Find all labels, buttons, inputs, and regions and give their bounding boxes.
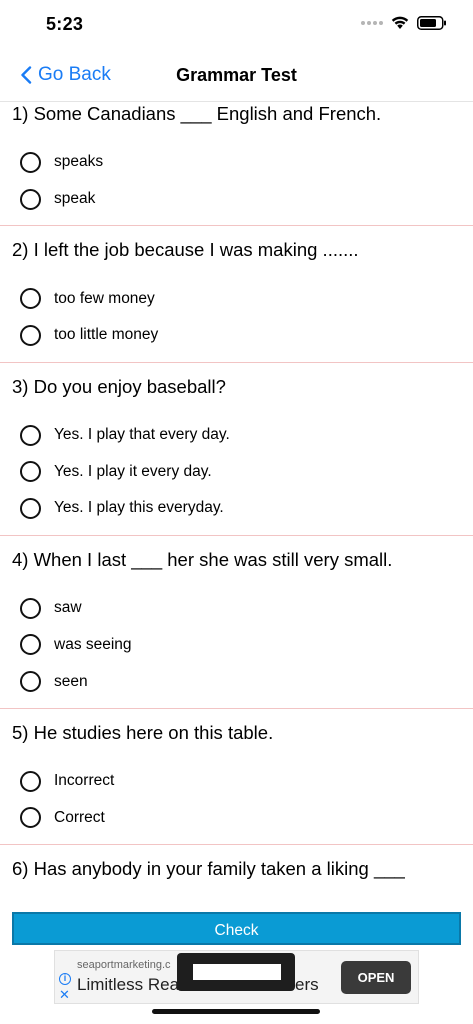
question-3: 3) Do you enjoy baseball? Yes. I play th… bbox=[0, 363, 473, 536]
option-label: saw bbox=[54, 599, 82, 617]
info-icon[interactable]: i bbox=[59, 973, 71, 985]
option-radio[interactable]: Yes. I play that every day. bbox=[0, 417, 473, 454]
question-list: 1) Some Canadians ___ English and French… bbox=[0, 102, 473, 885]
page-title: Grammar Test bbox=[176, 65, 297, 85]
question-1: 1) Some Canadians ___ English and French… bbox=[0, 102, 473, 227]
option-list: Incorrect Correct bbox=[0, 749, 473, 844]
option-label: seen bbox=[54, 672, 88, 690]
option-radio[interactable]: Yes. I play this everyday. bbox=[0, 490, 473, 527]
option-radio[interactable]: speak bbox=[0, 181, 473, 218]
option-label: Correct bbox=[54, 808, 105, 826]
radio-circle-icon[interactable] bbox=[20, 424, 41, 446]
question-2: 2) I left the job because I was making .… bbox=[0, 226, 473, 363]
radio-circle-icon[interactable] bbox=[20, 324, 41, 346]
status-time: 5:23 bbox=[46, 14, 84, 34]
option-radio[interactable]: speaks bbox=[0, 144, 473, 181]
signal-dots-icon bbox=[361, 21, 383, 25]
question-text: 5) He studies here on this table. bbox=[12, 721, 274, 743]
option-radio[interactable]: saw bbox=[0, 590, 473, 627]
question-text: 1) Some Canadians ___ English and French… bbox=[12, 103, 382, 124]
option-list: Yes. I play that every day. Yes. I play … bbox=[0, 403, 473, 535]
option-radio[interactable]: Yes. I play it every day. bbox=[0, 453, 473, 490]
radio-circle-icon[interactable] bbox=[20, 770, 41, 792]
option-radio[interactable]: seen bbox=[0, 663, 473, 700]
option-radio[interactable]: too few money bbox=[0, 280, 473, 317]
question-6: 6) Has anybody in your family taken a li… bbox=[0, 845, 473, 885]
radio-circle-icon[interactable] bbox=[20, 461, 41, 483]
ad-headline-end: ers bbox=[295, 975, 319, 994]
question-4: 4) When I last ___ her she was still ver… bbox=[0, 536, 473, 709]
ad-headline: Limitless Rea bbox=[77, 975, 180, 994]
ad-open-button[interactable]: OPEN bbox=[341, 961, 411, 994]
option-radio[interactable]: was seeing bbox=[0, 627, 473, 664]
status-icons bbox=[361, 16, 447, 30]
wifi-icon bbox=[391, 16, 409, 29]
radio-circle-icon[interactable] bbox=[20, 807, 41, 829]
option-radio[interactable]: Incorrect bbox=[0, 763, 473, 800]
question-text: 3) Do you enjoy baseball? bbox=[12, 375, 226, 397]
option-label: Yes. I play that every day. bbox=[54, 426, 230, 444]
question-text: 4) When I last ___ her she was still ver… bbox=[12, 548, 393, 570]
radio-circle-icon[interactable] bbox=[20, 671, 41, 693]
option-label: was seeing bbox=[54, 635, 132, 653]
question-5: 5) He studies here on this table. Incorr… bbox=[0, 709, 473, 846]
option-list: too few money too little money bbox=[0, 266, 473, 361]
option-label: Incorrect bbox=[54, 772, 115, 790]
question-text: 6) Has anybody in your family taken a li… bbox=[12, 858, 405, 880]
ad-domain: seaportmarketing.c bbox=[77, 959, 171, 971]
option-label: too little money bbox=[54, 326, 159, 344]
ad-overlay bbox=[177, 953, 295, 991]
option-list: saw was seeing seen bbox=[0, 576, 473, 708]
option-label: speaks bbox=[54, 153, 104, 171]
radio-circle-icon[interactable] bbox=[20, 151, 41, 173]
ad-banner[interactable]: i ✕ seaportmarketing.c Limitless Rea ers… bbox=[54, 950, 419, 1004]
option-radio[interactable]: Correct bbox=[0, 800, 473, 837]
option-label: Yes. I play this everyday. bbox=[54, 499, 224, 517]
question-text: 2) I left the job because I was making .… bbox=[12, 239, 359, 261]
radio-circle-icon[interactable] bbox=[20, 634, 41, 656]
nav-bar: Go Back Grammar Test bbox=[0, 52, 473, 102]
option-list: speaks speak bbox=[0, 130, 473, 225]
radio-circle-icon[interactable] bbox=[20, 597, 41, 619]
ad-overlay-block bbox=[193, 964, 281, 980]
home-indicator[interactable] bbox=[152, 1009, 320, 1014]
radio-circle-icon[interactable] bbox=[20, 497, 41, 519]
option-radio[interactable]: too little money bbox=[0, 317, 473, 354]
close-icon[interactable]: ✕ bbox=[59, 988, 70, 1001]
battery-icon bbox=[417, 16, 446, 30]
status-bar: 5:23 bbox=[0, 0, 473, 52]
check-button[interactable]: Check bbox=[12, 912, 461, 945]
option-label: too few money bbox=[54, 289, 155, 307]
option-label: Yes. I play it every day. bbox=[54, 462, 212, 480]
option-label: speak bbox=[54, 190, 96, 208]
radio-circle-icon[interactable] bbox=[20, 288, 41, 310]
radio-circle-icon[interactable] bbox=[20, 188, 41, 210]
